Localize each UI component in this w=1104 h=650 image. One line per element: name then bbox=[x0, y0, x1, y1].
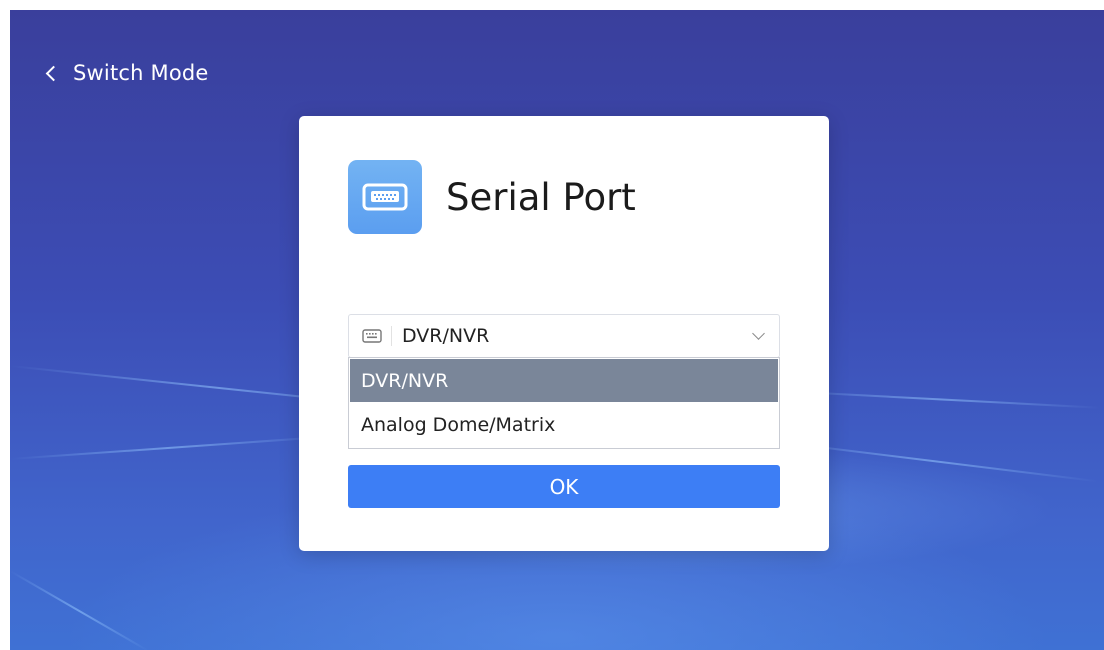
back-button[interactable]: Switch Mode bbox=[44, 58, 209, 88]
select-value: DVR/NVR bbox=[402, 325, 490, 347]
select-divider bbox=[391, 326, 392, 346]
serial-port-dialog: Serial Port DVR/NVR DVR/NVR Analog Dome/… bbox=[299, 116, 829, 551]
serial-port-icon bbox=[348, 160, 422, 234]
chevron-left-icon bbox=[45, 65, 62, 81]
app-screen: Switch Mode Serial Port DVR/NVR DVR/NVR … bbox=[10, 10, 1104, 650]
ok-button[interactable]: OK bbox=[348, 465, 780, 508]
keyboard-icon bbox=[361, 325, 383, 347]
chevron-down-icon bbox=[752, 327, 765, 340]
device-type-dropdown: DVR/NVR Analog Dome/Matrix bbox=[348, 357, 780, 449]
decor-streak bbox=[10, 570, 150, 650]
dropdown-option-analog-dome-matrix[interactable]: Analog Dome/Matrix bbox=[349, 403, 779, 447]
back-label: Switch Mode bbox=[73, 61, 209, 85]
dialog-title: Serial Port bbox=[446, 176, 636, 219]
device-type-select[interactable]: DVR/NVR bbox=[348, 314, 780, 358]
dropdown-option-dvr-nvr[interactable]: DVR/NVR bbox=[350, 359, 778, 402]
decor-streak bbox=[10, 435, 330, 460]
